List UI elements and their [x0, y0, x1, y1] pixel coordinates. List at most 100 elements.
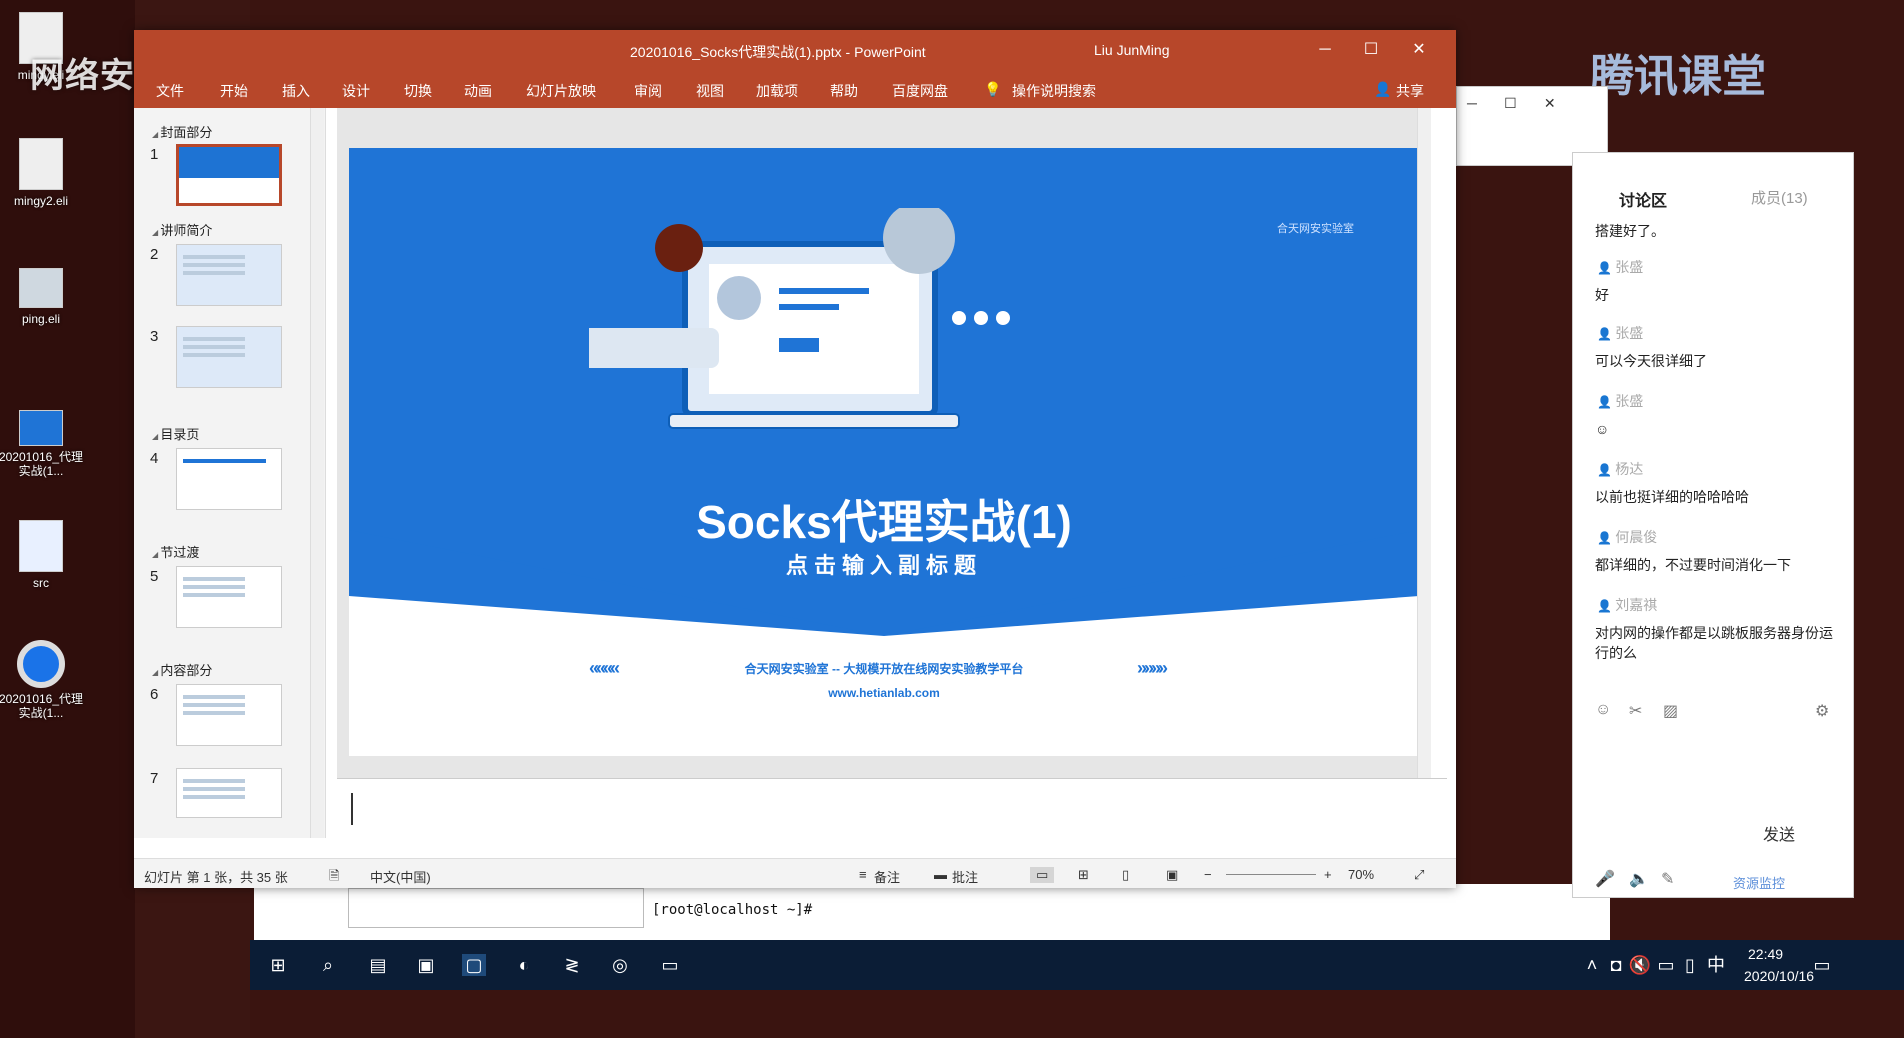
clock-time[interactable]: 22:49: [1748, 946, 1783, 962]
chat-message: 都详细的，不过要时间消化一下: [1595, 557, 1791, 573]
notes-pane[interactable]: [337, 778, 1447, 838]
tab-help[interactable]: 帮助: [830, 81, 858, 101]
search-icon[interactable]: ⌕: [316, 954, 340, 976]
fit-slide-icon[interactable]: ⤢: [1414, 867, 1424, 883]
network-icon[interactable]: ▯: [1678, 954, 1702, 976]
slide-scrollbar[interactable]: [1417, 108, 1431, 778]
zoom-out-button[interactable]: −: [1204, 867, 1212, 882]
slide-sorter-icon[interactable]: ⊞: [1078, 867, 1089, 883]
tab-slideshow[interactable]: 幻灯片放映: [526, 81, 596, 101]
settings-file-icon: [19, 268, 63, 308]
section-transition[interactable]: 节过渡: [152, 542, 199, 561]
pin-icon[interactable]: ✎: [1661, 869, 1674, 889]
tab-animations[interactable]: 动画: [464, 81, 492, 101]
tab-design[interactable]: 设计: [342, 81, 370, 101]
slide-number: 4: [150, 450, 159, 467]
comments-button[interactable]: 批注: [952, 867, 978, 886]
emoji-icon[interactable]: ☺: [1595, 701, 1611, 719]
section-lecturer[interactable]: 讲师简介: [152, 220, 212, 239]
slide-thumbnail[interactable]: [176, 144, 282, 206]
section-content[interactable]: 内容部分: [152, 660, 212, 679]
browser-icon[interactable]: ◎: [608, 954, 632, 976]
speaker-icon[interactable]: 🔈: [1629, 869, 1649, 889]
minimize-button[interactable]: ─: [1302, 30, 1348, 70]
desktop-icon-chrome[interactable]: 20201016_代理实战(1...: [0, 640, 86, 720]
tab-file[interactable]: 文件: [156, 81, 184, 101]
chat-message: 以前也挺详细的哈哈哈哈: [1595, 489, 1749, 505]
scissors-icon[interactable]: ✂: [1629, 701, 1642, 721]
remote-desktop-icon[interactable]: ▣: [414, 954, 438, 976]
slide-thumbnail[interactable]: [176, 768, 282, 818]
slide-number: 1: [150, 146, 159, 163]
close-button[interactable]: ✕: [1396, 30, 1442, 70]
edge-icon[interactable]: ◐: [512, 954, 536, 976]
slide-subtitle[interactable]: 点击输入副标题: [349, 548, 1419, 580]
app-icon[interactable]: ▢: [462, 954, 486, 976]
emoji-message-icon: ☺: [1595, 421, 1610, 437]
slide-thumbnail[interactable]: [176, 684, 282, 746]
desktop-icon-folder[interactable]: src: [0, 520, 86, 590]
desktop-icon-file[interactable]: ping.eli: [0, 268, 86, 326]
tab-view[interactable]: 视图: [696, 81, 724, 101]
slide-info: 幻灯片 第 1 张，共 35 张: [144, 870, 288, 885]
slide-thumbnail[interactable]: [176, 566, 282, 628]
zoom-in-button[interactable]: +: [1324, 867, 1332, 882]
tab-home[interactable]: 开始: [220, 81, 248, 101]
zoom-slider[interactable]: [1226, 874, 1316, 875]
slide-canvas[interactable]: 合天网安实验室 Socks代理实战(1) 点击输入副标题 «««« »»»» 合…: [349, 148, 1419, 756]
resource-monitor-link[interactable]: 资源监控: [1733, 873, 1785, 892]
reading-view-icon[interactable]: ▯: [1122, 867, 1129, 883]
tab-baidu[interactable]: 百度网盘: [892, 81, 948, 101]
slide-thumbnail[interactable]: [176, 448, 282, 510]
image-icon[interactable]: ▨: [1663, 701, 1678, 721]
notes-button[interactable]: 备注: [874, 867, 900, 886]
normal-view-icon[interactable]: ▭: [1030, 867, 1055, 883]
settings-icon[interactable]: ⚙: [1815, 701, 1829, 721]
slide-number: 5: [150, 568, 159, 585]
language-status[interactable]: 中文(中国): [370, 867, 431, 886]
ime-indicator[interactable]: 中: [1704, 954, 1728, 976]
tab-members[interactable]: 成员(13): [1751, 187, 1808, 208]
chat-user: 张盛: [1597, 323, 1643, 343]
comments-icon: ▬: [934, 867, 947, 882]
clock-date[interactable]: 2020/10/16: [1744, 968, 1814, 984]
slide-title[interactable]: Socks代理实战(1): [349, 486, 1419, 552]
tray-app-icon[interactable]: ◘: [1604, 954, 1628, 976]
send-button[interactable]: 发送: [1763, 821, 1795, 845]
tab-discussion[interactable]: 讨论区: [1619, 187, 1667, 211]
section-toc[interactable]: 目录页: [152, 424, 199, 443]
section-cover[interactable]: 封面部分: [152, 122, 212, 141]
file-icon: [19, 138, 63, 190]
tab-transitions[interactable]: 切换: [404, 81, 432, 101]
tab-addins[interactable]: 加载项: [756, 81, 798, 101]
tell-me-search[interactable]: 操作说明搜索: [1012, 81, 1096, 101]
thumbnail-scrollbar[interactable]: [310, 108, 324, 838]
tab-review[interactable]: 审阅: [634, 81, 662, 101]
volume-mute-icon[interactable]: 🔇: [1628, 954, 1652, 976]
windows-start-icon[interactable]: ⊞: [266, 954, 290, 976]
chat-user: 刘嘉祺: [1597, 595, 1657, 615]
notes-icon: ≡: [859, 867, 867, 882]
terminal-prompt[interactable]: [root@localhost ~]#: [652, 902, 812, 918]
desktop-icon-pptx[interactable]: 20201016_代理实战(1...: [0, 410, 86, 478]
maximize-button[interactable]: ☐: [1348, 30, 1394, 70]
file-icon: [19, 520, 63, 572]
user-name[interactable]: Liu JunMing: [1094, 42, 1170, 58]
file-explorer-icon[interactable]: ▤: [366, 954, 390, 976]
chat-user: 何晨俊: [1597, 527, 1657, 547]
slide-thumbnail[interactable]: [176, 244, 282, 306]
microphone-icon[interactable]: 🎤: [1595, 869, 1615, 889]
desktop-icon-file[interactable]: mingy2.eli: [0, 138, 86, 208]
slideshow-icon[interactable]: ▣: [1166, 867, 1178, 883]
powerpoint-window: 20201016_Socks代理实战(1).pptx - PowerPoint …: [134, 30, 1456, 888]
slide-thumbnail[interactable]: [176, 326, 282, 388]
tab-insert[interactable]: 插入: [282, 81, 310, 101]
discussion-panel: 讨论区 成员(13) 搭建好了。 张盛 好 张盛 可以今天很详细了 张盛 ☺ 杨…: [1572, 152, 1854, 898]
zoom-level[interactable]: 70%: [1348, 867, 1374, 882]
terminal-icon[interactable]: ≷: [560, 954, 584, 976]
battery-icon[interactable]: ▭: [1654, 954, 1678, 976]
chevron-up-icon[interactable]: ˄: [1580, 954, 1604, 976]
share-button[interactable]: 共享: [1396, 81, 1424, 101]
console-icon[interactable]: ▭: [658, 954, 682, 976]
terminal-input-box[interactable]: [348, 888, 644, 928]
